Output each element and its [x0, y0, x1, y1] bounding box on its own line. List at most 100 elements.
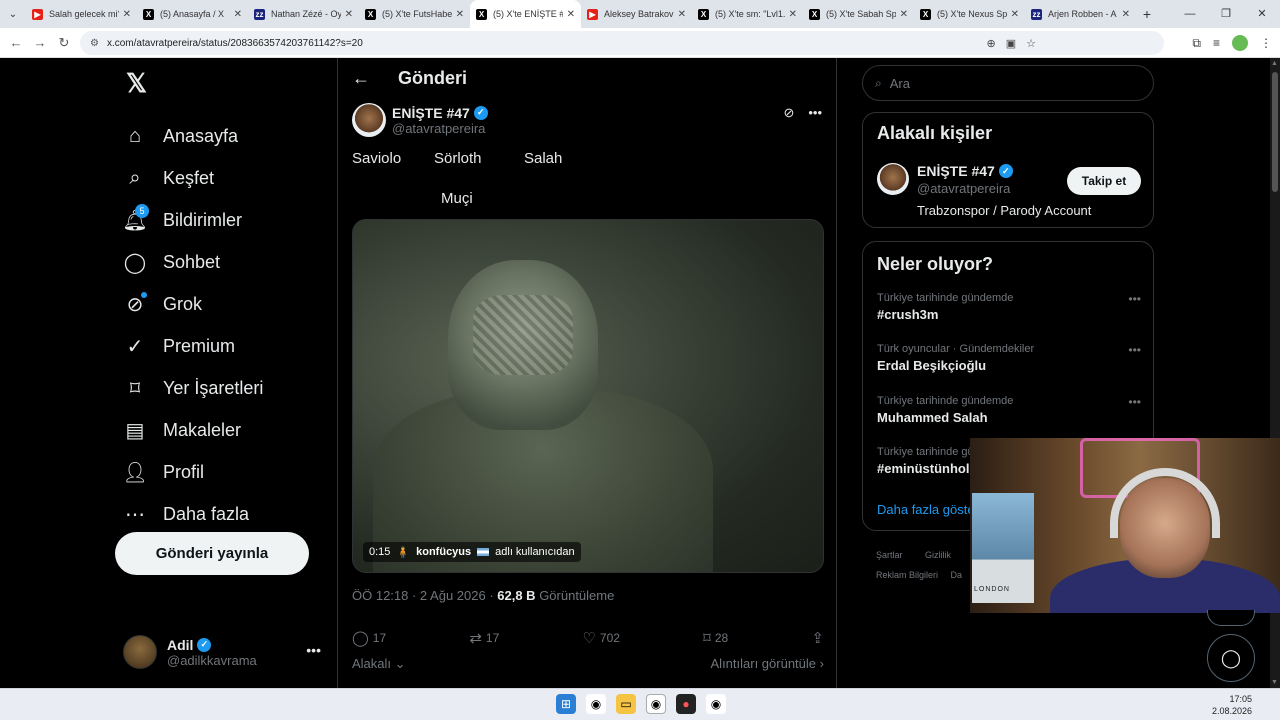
post-button[interactable]: Gönderi yayınla — [115, 532, 309, 575]
trend-item[interactable]: Türkiye tarihinde gündemde Muhammed Sala… — [877, 395, 1141, 425]
nav-item-makaleler[interactable]: ▤ Makaleler — [123, 410, 241, 450]
browser-tab[interactable]: ▶ Aleksey Batrakov ✕ — [581, 0, 692, 28]
account-switcher[interactable]: Adil ✓ @adilkkavrama ••• — [123, 630, 323, 674]
view-quotes-label: Alıntıları görüntüle — [710, 656, 817, 671]
repost-button[interactable]: ⇄ 17 — [469, 628, 499, 648]
post-author[interactable]: ENİŞTE #47 ✓ @atavratpereira — [352, 102, 488, 138]
footer-link[interactable]: Şartlar — [876, 550, 903, 560]
obs-icon[interactable]: ● — [676, 694, 696, 714]
show-more-link[interactable]: Daha fazla göster — [877, 502, 979, 517]
site-info-icon[interactable]: ⚙ — [90, 38, 99, 49]
chrome-profile-icon[interactable]: ◉ — [706, 694, 726, 714]
file-explorer-icon[interactable]: ▭ — [616, 694, 636, 714]
browser-tab[interactable]: X (5) X'te ENİŞTE #4 ✕ — [470, 0, 581, 28]
related-name[interactable]: ENİŞTE #47 — [917, 163, 995, 179]
reply-button[interactable]: ◯ 17 — [352, 628, 386, 648]
browser-tab[interactable]: X (5) X'te Nexus Spo ✕ — [914, 0, 1025, 28]
tab-close-icon[interactable]: ✕ — [900, 9, 908, 20]
nav-item-keşfet[interactable]: ⌕ Keşfet — [123, 158, 214, 198]
star-icon[interactable]: ☆ — [1026, 37, 1036, 50]
windows-start-icon[interactable]: ⊞ — [556, 694, 576, 714]
follow-button[interactable]: Takip et — [1067, 167, 1141, 195]
footer-link[interactable]: Gizlilik — [925, 550, 951, 560]
tab-close-icon[interactable]: ✕ — [123, 9, 131, 20]
address-bar: ← → ↻ ⚙ x.com/atavratpereira/status/2083… — [0, 28, 1280, 58]
related-people-card: Alakalı kişiler ENİŞTE #47 ✓ @atavratpere… — [862, 112, 1154, 228]
like-button[interactable]: ♡ 702 — [582, 628, 619, 648]
tab-close-icon[interactable]: ✕ — [345, 9, 353, 20]
nav-item-premium[interactable]: ✓ Premium — [123, 326, 235, 366]
nav-item-sohbet[interactable]: ◯ Sohbet — [123, 242, 220, 282]
nav-item-bildirimler[interactable]: 🔔︎ 5 Bildirimler — [122, 200, 242, 240]
tab-close-icon[interactable]: ✕ — [678, 9, 686, 20]
browser-tab[interactable]: X (5) X'te Sabah Spo ✕ — [803, 0, 914, 28]
tab-search-icon[interactable]: ⌄ — [0, 0, 26, 28]
scrollbar-thumb[interactable] — [1272, 72, 1278, 192]
video-duration: 0:15 — [369, 546, 391, 558]
tab-close-icon[interactable]: ✕ — [456, 9, 464, 20]
related-dropdown[interactable]: Alakalı ⌄ — [352, 656, 406, 672]
grok-icon[interactable]: ⊘ — [783, 105, 794, 121]
tab-close-icon[interactable]: ✕ — [234, 9, 242, 20]
reload-icon[interactable]: ↻ — [52, 35, 76, 51]
nav-item-daha-fazla[interactable]: ⋯ Daha fazla — [123, 494, 249, 534]
taskbar-clock[interactable]: 17:05 2.08.2026 — [1212, 693, 1252, 717]
avatar[interactable] — [877, 163, 909, 195]
author-handle[interactable]: @atavratpereira — [392, 121, 488, 136]
author-name[interactable]: ENİŞTE #47 — [392, 105, 470, 121]
browser-tab[interactable]: zz Nathan Zézé - Oy ✕ — [248, 0, 359, 28]
footer-link[interactable]: Reklam Bilgileri — [876, 570, 938, 580]
maximize-icon[interactable]: ❐ — [1208, 0, 1244, 28]
author-avatar[interactable] — [352, 103, 386, 137]
tab-close-icon[interactable]: ✕ — [1122, 9, 1130, 20]
footer-link[interactable]: Da — [951, 570, 963, 580]
nav-label: Premium — [163, 335, 236, 356]
browser-tab[interactable]: X (5) X'te sm: "Lvl1. ✕ — [692, 0, 803, 28]
chrome-icon[interactable]: ◉ — [586, 694, 606, 714]
url-field[interactable]: ⚙ x.com/atavratpereira/status/2083663574… — [80, 31, 1164, 55]
browser-tab[interactable]: ▶ Salah gelecek mi? ✕ — [26, 0, 137, 28]
extensions-icon[interactable]: ⧉ — [1192, 36, 1201, 51]
search-input[interactable]: ⌕ Ara — [862, 65, 1154, 101]
tab-close-icon[interactable]: ✕ — [567, 9, 575, 20]
cast-icon[interactable]: ▣ — [1006, 37, 1016, 50]
forward-icon[interactable]: → — [28, 35, 52, 50]
browser-tab[interactable]: X (5) X'te FutsHaber ✕ — [359, 0, 470, 28]
zoom-icon[interactable]: ⊕ — [987, 37, 996, 50]
back-arrow-icon[interactable]: ← — [352, 68, 370, 89]
browser-menu-icon[interactable]: ⋮ — [1260, 36, 1272, 50]
profile-avatar[interactable] — [1232, 35, 1248, 51]
chrome-active-icon[interactable]: ◉ — [646, 694, 666, 714]
video-player[interactable]: 0:15 🧍 konfücyus adlı kullanıcıdan — [352, 219, 824, 573]
view-quotes-link[interactable]: Alıntıları görüntüle › — [711, 656, 824, 672]
minimize-icon[interactable]: — — [1172, 0, 1208, 28]
more-icon[interactable]: ••• — [808, 105, 822, 121]
more-icon[interactable]: ••• — [1128, 292, 1141, 306]
x-logo-icon[interactable]: 𝕏 — [126, 68, 147, 99]
new-tab-button[interactable]: + — [1136, 6, 1158, 22]
nav-item-yer-i̇şaretleri[interactable]: ⌑ Yer İşaretleri — [123, 368, 264, 408]
browser-tab[interactable]: X (5) Anasayfa / X ✕ — [137, 0, 248, 28]
scroll-down-icon[interactable]: ▼ — [1271, 679, 1278, 686]
close-icon[interactable]: ✕ — [1244, 0, 1280, 28]
tab-close-icon[interactable]: ✕ — [1011, 9, 1019, 20]
trend-item[interactable]: Türk oyuncular · Gündemdekiler Erdal Beş… — [877, 343, 1141, 373]
browser-tab[interactable]: zz Arjen Robben - A ✕ — [1025, 0, 1136, 28]
more-icon[interactable]: ••• — [1128, 395, 1141, 409]
related-handle[interactable]: @atavratpereira — [917, 181, 1010, 196]
media-icon[interactable]: ≡ — [1213, 36, 1220, 50]
scroll-up-icon[interactable]: ▲ — [1271, 60, 1278, 67]
post-time[interactable]: ÖÖ 12:18 · 2 Ağu 2026 · — [352, 588, 497, 603]
video-credit-name[interactable]: konfücyus — [416, 546, 471, 558]
nav-item-grok[interactable]: ⊘ Grok — [123, 284, 202, 324]
bookmark-button[interactable]: ⌑ 28 — [703, 628, 728, 648]
messages-fab-icon[interactable]: ◯ — [1207, 634, 1255, 682]
more-icon[interactable]: ••• — [306, 642, 321, 658]
share-button[interactable]: ⇪ — [811, 628, 824, 648]
back-icon[interactable]: ← — [4, 35, 28, 50]
nav-item-anasayfa[interactable]: ⌂ Anasayfa — [123, 116, 238, 156]
trend-item[interactable]: Türkiye tarihinde gündemde #crush3m ••• — [877, 292, 1141, 322]
tab-close-icon[interactable]: ✕ — [789, 9, 797, 20]
more-icon[interactable]: ••• — [1128, 343, 1141, 357]
nav-item-profil[interactable]: 👤︎ Profil — [122, 452, 204, 492]
